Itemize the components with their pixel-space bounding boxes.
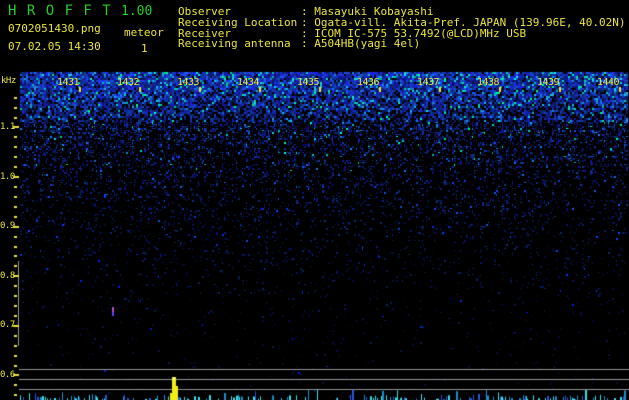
observation-info: Observer: Masayuki Kobayashi Receiving L… (178, 6, 626, 51)
frequency-tick-label: 0.9 (0, 221, 15, 232)
output-filename: 0702051430.png (8, 22, 101, 35)
time-tick-label: 1438 (477, 77, 500, 88)
time-tick-label: 1439 (537, 77, 560, 88)
time-tick-label: 1434 (237, 77, 260, 88)
app-title: H R O F F T (8, 3, 112, 19)
info-value: A504HB(yagi 4el) (314, 37, 421, 51)
frequency-tick-label: 0.6 (0, 370, 15, 380)
frequency-tick-label: 1.1 (0, 122, 15, 132)
mode-label: meteor (124, 26, 164, 39)
time-tick-label: 1435 (297, 77, 320, 88)
frequency-tick-label: 0.7 (0, 320, 15, 331)
meteor-count: 1 (141, 42, 148, 55)
time-tick-label: 1437 (417, 77, 440, 88)
spectrogram-canvas (0, 68, 629, 400)
info-label: Receiving antenna (178, 37, 291, 51)
time-tick-label: 1433 (177, 77, 200, 88)
info-separator: : (301, 37, 315, 51)
frequency-axis-unit: kHz (1, 76, 16, 86)
time-tick-label: 1436 (357, 77, 380, 88)
frequency-tick-label: 1.0 (0, 171, 15, 182)
time-tick-label: 1440 (597, 77, 620, 88)
info-row: Receiving antenna: A504HB(yagi 4el) (178, 37, 626, 51)
time-tick-label: 1431 (57, 77, 80, 88)
hrofft-window: H R O F F T 1.00 0702051430.png meteor 0… (0, 0, 629, 400)
app-version: 1.00 (121, 4, 153, 19)
time-tick-label: 1432 (117, 77, 140, 88)
frequency-tick-label: 0.8 (0, 270, 15, 281)
datetime-label: 07.02.05 14:30 (8, 40, 101, 53)
